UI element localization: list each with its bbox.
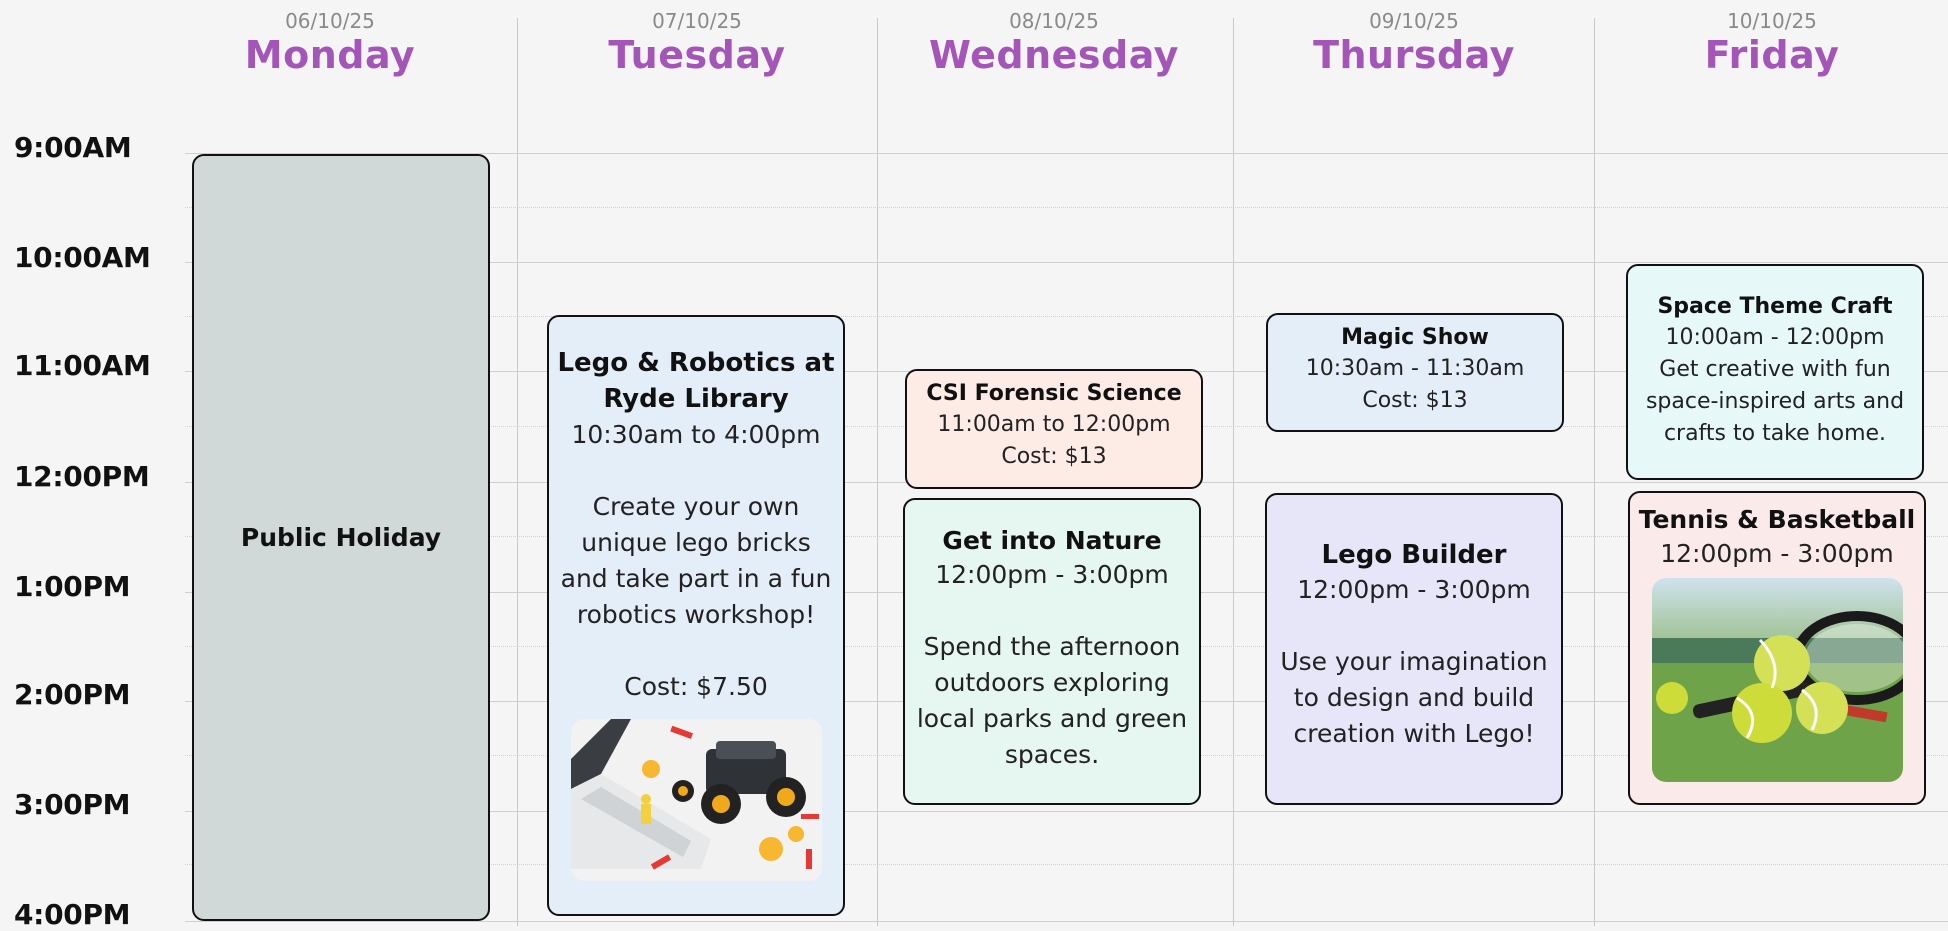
event-cost: Cost: $7.50	[624, 672, 768, 701]
event-description: outdoors exploring	[934, 668, 1170, 697]
day-date: 08/10/25	[1009, 9, 1099, 33]
event-cost: Cost: $13	[1362, 388, 1468, 413]
day-name: Wednesday	[929, 33, 1179, 77]
day-header-wednesday: 08/10/25 Wednesday	[904, 8, 1204, 76]
day-name: Thursday	[1313, 33, 1515, 77]
time-label: 10:00AM	[14, 241, 151, 274]
event-description: space-inspired arts and	[1645, 389, 1905, 414]
event-description: local parks and green	[916, 704, 1188, 733]
day-date: 07/10/25	[652, 9, 742, 33]
event-description: to design and build	[1293, 683, 1535, 712]
event-description: Spend the afternoon	[923, 632, 1181, 661]
event-description: and take part in a fun	[560, 564, 832, 593]
event-title: Lego Builder	[1321, 540, 1507, 570]
event-title: Ryde Library	[603, 384, 789, 414]
day-name: Tuesday	[608, 33, 786, 77]
event-card-lego-builder[interactable]: Lego Builder 12:00pm - 3:00pm Use your i…	[1265, 493, 1563, 805]
day-header-thursday: 09/10/25 Thursday	[1264, 8, 1564, 76]
event-title: Public Holiday	[240, 523, 442, 552]
event-card-magic-show[interactable]: Magic Show 10:30am - 11:30am Cost: $13	[1266, 313, 1564, 432]
event-time: 10:30am - 11:30am	[1305, 356, 1525, 381]
event-description: robotics workshop!	[576, 600, 816, 629]
day-divider	[877, 18, 878, 926]
event-title: CSI Forensic Science	[926, 381, 1182, 406]
day-date: 09/10/25	[1369, 9, 1459, 33]
day-header-monday: 06/10/25 Monday	[180, 8, 480, 76]
event-time: 10:00am - 12:00pm	[1665, 325, 1885, 350]
event-time: 12:00pm - 3:00pm	[1660, 539, 1894, 568]
event-title: Space Theme Craft	[1657, 294, 1893, 319]
event-title: Magic Show	[1341, 325, 1489, 350]
event-description: Create your own	[592, 492, 800, 521]
event-description: Use your imagination	[1280, 647, 1548, 676]
day-date: 06/10/25	[285, 9, 375, 33]
grid-line-4pm	[185, 921, 1948, 922]
event-card-public-holiday[interactable]: Public Holiday	[192, 154, 490, 921]
event-title: Lego & Robotics at	[557, 348, 835, 378]
day-divider	[1594, 18, 1595, 926]
event-time: 11:00am to 12:00pm	[937, 412, 1171, 437]
day-name: Friday	[1704, 33, 1840, 77]
day-divider	[517, 18, 518, 926]
day-header-tuesday: 07/10/25 Tuesday	[547, 8, 847, 76]
day-name: Monday	[244, 33, 416, 77]
event-card-lego-robotics[interactable]: Lego & Robotics at Ryde Library 10:30am …	[547, 315, 845, 916]
event-description: spaces.	[1004, 740, 1100, 769]
time-label: 3:00PM	[14, 788, 131, 821]
event-title: Tennis & Basketball	[1638, 505, 1916, 534]
time-label: 9:00AM	[14, 131, 132, 164]
time-label: 12:00PM	[14, 460, 150, 493]
weekly-schedule: 06/10/25 Monday 07/10/25 Tuesday 08/10/2…	[0, 0, 1948, 931]
time-label: 11:00AM	[14, 349, 151, 382]
event-card-csi-forensic-science[interactable]: CSI Forensic Science 11:00am to 12:00pm …	[905, 369, 1203, 489]
event-description: creation with Lego!	[1293, 719, 1535, 748]
event-card-get-into-nature[interactable]: Get into Nature 12:00pm - 3:00pm Spend t…	[903, 498, 1201, 805]
event-time: 10:30am to 4:00pm	[571, 420, 821, 449]
event-description: crafts to take home.	[1663, 421, 1887, 446]
event-title: Get into Nature	[942, 526, 1162, 555]
tennis-photo	[1651, 578, 1903, 782]
event-card-space-theme-craft[interactable]: Space Theme Craft 10:00am - 12:00pm Get …	[1626, 264, 1924, 480]
time-label: 1:00PM	[14, 570, 131, 603]
event-time: 12:00pm - 3:00pm	[935, 560, 1169, 589]
day-divider	[1233, 18, 1234, 926]
day-header-friday: 10/10/25 Friday	[1622, 8, 1922, 76]
event-card-tennis-basketball[interactable]: Tennis & Basketball 12:00pm - 3:00pm	[1628, 491, 1926, 805]
event-description: Get creative with fun	[1659, 357, 1891, 382]
event-cost: Cost: $13	[1001, 444, 1107, 469]
day-date: 10/10/25	[1727, 9, 1817, 33]
lego-robot-photo	[570, 719, 822, 881]
event-time: 12:00pm - 3:00pm	[1297, 575, 1531, 604]
time-label: 4:00PM	[14, 898, 131, 931]
time-label: 2:00PM	[14, 678, 131, 711]
event-description: unique lego bricks	[581, 528, 811, 557]
